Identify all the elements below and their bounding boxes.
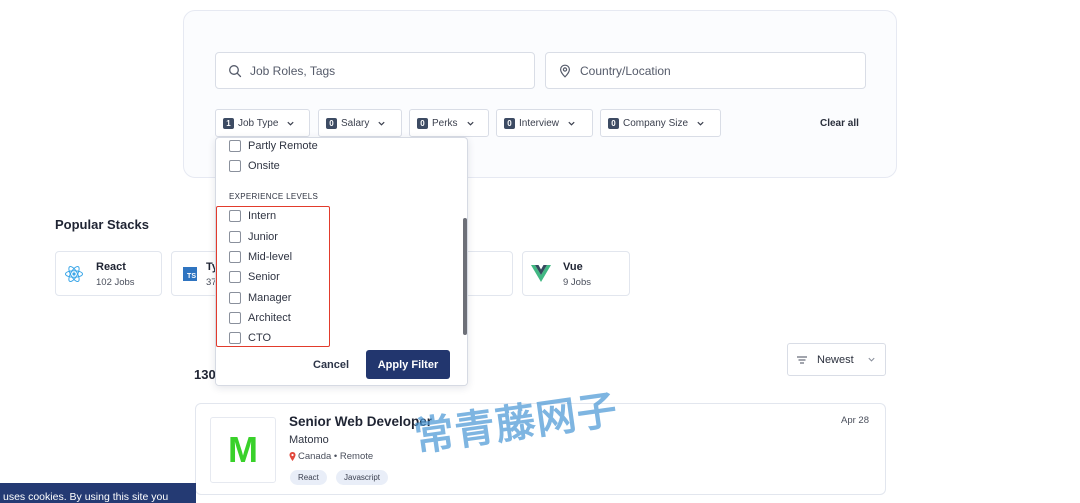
cancel-button[interactable]: Cancel (313, 359, 349, 371)
salary-label: Salary (341, 117, 370, 129)
job-company: Matomo (289, 434, 329, 446)
salary-filter-button[interactable]: 0 Salary (318, 109, 402, 137)
popular-stacks-heading: Popular Stacks (55, 217, 149, 232)
location-pin-icon (558, 64, 572, 78)
stack-job-count: 9 Jobs (563, 277, 591, 288)
clear-all-link[interactable]: Clear all (820, 118, 859, 129)
stack-job-count: 102 Jobs (96, 277, 135, 288)
react-icon (64, 264, 84, 284)
job-date: Apr 28 (841, 415, 869, 426)
job-type-label: Job Type (238, 117, 279, 129)
location-input[interactable]: Country/Location (545, 52, 866, 89)
job-roles-input[interactable]: Job Roles, Tags (215, 52, 535, 89)
company-logo: M (210, 417, 276, 483)
stack-name: Vue (563, 261, 583, 273)
chevron-down-icon (867, 355, 876, 364)
jobs-count: 130 (194, 367, 216, 382)
chevron-down-icon (696, 119, 705, 128)
job-tag[interactable]: Javascript (336, 470, 389, 485)
typescript-icon: TS (180, 264, 200, 284)
sort-value: Newest (817, 353, 854, 366)
checkbox[interactable] (229, 140, 241, 152)
interview-filter-button[interactable]: 0 Interview (496, 109, 593, 137)
stack-name: React (96, 261, 126, 273)
job-type-dropdown: Partly Remote Onsite EXPERIENCE LEVELS I… (215, 137, 468, 386)
salary-count-badge: 0 (326, 117, 337, 129)
company-size-count-badge: 0 (608, 117, 619, 129)
interview-count-badge: 0 (504, 117, 515, 129)
vue-icon (531, 264, 551, 284)
interview-label: Interview (519, 117, 560, 129)
option-label: Partly Remote (248, 140, 318, 152)
job-tag[interactable]: React (290, 470, 327, 485)
stack-card-react[interactable]: React 102 Jobs (55, 251, 162, 296)
chevron-down-icon (567, 119, 576, 128)
dropdown-scroll-thumb[interactable] (463, 218, 467, 335)
cookie-banner: uses cookies. By using this site you (0, 483, 196, 503)
option-partly-remote[interactable]: Partly Remote (229, 140, 318, 152)
company-size-label: Company Size (623, 117, 689, 129)
option-label: Onsite (248, 160, 280, 172)
chevron-down-icon (377, 119, 386, 128)
job-location-text: Canada • Remote (298, 451, 374, 462)
checkbox[interactable] (229, 160, 241, 172)
search-icon (228, 64, 242, 78)
sort-lines-icon (796, 354, 808, 366)
job-type-count-badge: 1 (223, 117, 234, 129)
company-size-filter-button[interactable]: 0 Company Size (600, 109, 721, 137)
perks-filter-button[interactable]: 0 Perks (409, 109, 489, 137)
location-placeholder: Country/Location (580, 63, 671, 78)
job-type-filter-button[interactable]: 1 Job Type (215, 109, 310, 137)
perks-label: Perks (432, 117, 458, 129)
experience-levels-highlight (216, 206, 330, 347)
chevron-down-icon (466, 119, 475, 128)
job-location: Canada • Remote (289, 451, 373, 462)
perks-count-badge: 0 (417, 117, 428, 129)
apply-filter-button[interactable]: Apply Filter (366, 350, 450, 379)
sort-select[interactable]: Newest (787, 343, 886, 376)
experience-levels-heading: EXPERIENCE LEVELS (229, 192, 319, 201)
option-onsite[interactable]: Onsite (229, 160, 280, 172)
location-pin-icon (289, 452, 296, 461)
stack-card-vue[interactable]: Vue 9 Jobs (522, 251, 630, 296)
job-roles-placeholder: Job Roles, Tags (250, 63, 336, 78)
chevron-down-icon (286, 119, 295, 128)
